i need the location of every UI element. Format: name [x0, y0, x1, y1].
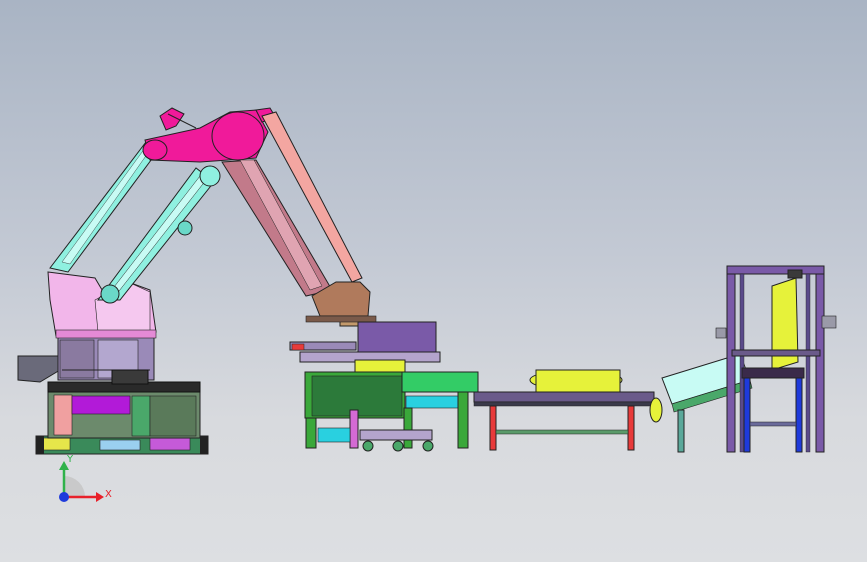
- triad-x-label: X: [105, 489, 112, 500]
- gripper-station[interactable]: [289, 321, 479, 452]
- bag-flattening-frame[interactable]: [715, 265, 837, 453]
- robot-turntable[interactable]: [17, 335, 155, 385]
- assembly-drawing: X Y: [17, 107, 837, 502]
- robot-upper-arm-head[interactable]: [142, 107, 277, 163]
- inclined-conveyor[interactable]: [661, 353, 753, 453]
- robot-base-platform[interactable]: [35, 381, 209, 455]
- cad-viewport[interactable]: X Y: [0, 0, 867, 562]
- triad-y-label: Y: [66, 454, 74, 465]
- robot-base-housing[interactable]: [47, 271, 157, 339]
- belt-conveyor[interactable]: [473, 369, 663, 451]
- axis-triad: X Y: [59, 454, 112, 502]
